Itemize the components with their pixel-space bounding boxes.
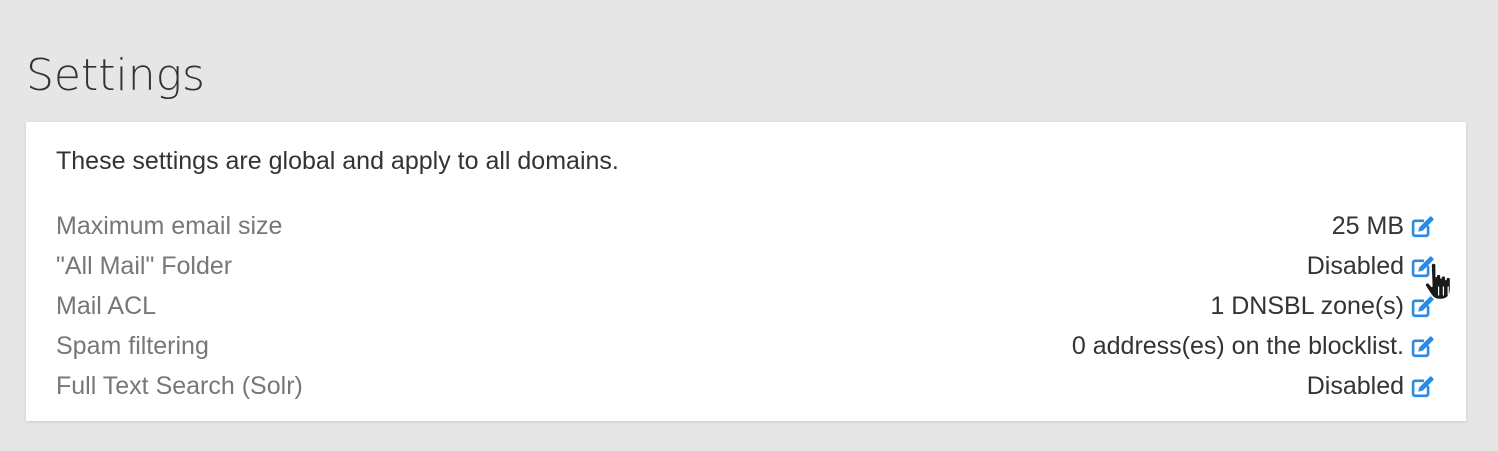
setting-row-spam-filtering: Spam filtering 0 address(es) on the bloc… xyxy=(56,326,1436,366)
setting-label: Full Text Search (Solr) xyxy=(56,371,303,400)
edit-icon[interactable] xyxy=(1410,213,1436,239)
setting-row-all-mail-folder: "All Mail" Folder Disabled xyxy=(56,246,1436,286)
setting-value-group: 1 DNSBL zone(s) xyxy=(1210,292,1436,321)
setting-value: Disabled xyxy=(1306,371,1404,400)
setting-value-group: 25 MB xyxy=(1332,212,1436,241)
setting-value: 1 DNSBL zone(s) xyxy=(1210,291,1404,320)
settings-card: These settings are global and apply to a… xyxy=(26,122,1466,421)
setting-label: Mail ACL xyxy=(56,291,157,320)
edit-icon[interactable] xyxy=(1410,333,1436,359)
setting-value: Disabled xyxy=(1306,251,1404,280)
setting-value: 25 MB xyxy=(1331,211,1404,240)
setting-label: Maximum email size xyxy=(56,211,283,240)
settings-list: Maximum email size 25 MB "All Mail" Fold… xyxy=(56,206,1436,406)
settings-page: Settings These settings are global and a… xyxy=(0,0,1498,451)
setting-value-group: Disabled xyxy=(1307,252,1436,281)
settings-intro-text: These settings are global and apply to a… xyxy=(56,147,619,175)
setting-label: "All Mail" Folder xyxy=(56,251,233,280)
setting-value: 0 address(es) on the blocklist. xyxy=(1071,331,1404,360)
setting-row-max-email-size: Maximum email size 25 MB xyxy=(56,206,1436,246)
edit-icon[interactable] xyxy=(1410,293,1436,319)
setting-value-group: Disabled xyxy=(1307,372,1436,401)
edit-icon[interactable] xyxy=(1410,373,1436,399)
setting-label: Spam filtering xyxy=(56,331,209,360)
setting-value-group: 0 address(es) on the blocklist. xyxy=(1072,332,1436,361)
setting-row-mail-acl: Mail ACL 1 DNSBL zone(s) xyxy=(56,286,1436,326)
page-title: Settings xyxy=(26,50,205,101)
setting-row-full-text-search: Full Text Search (Solr) Disabled xyxy=(56,366,1436,406)
edit-icon[interactable] xyxy=(1410,253,1436,279)
